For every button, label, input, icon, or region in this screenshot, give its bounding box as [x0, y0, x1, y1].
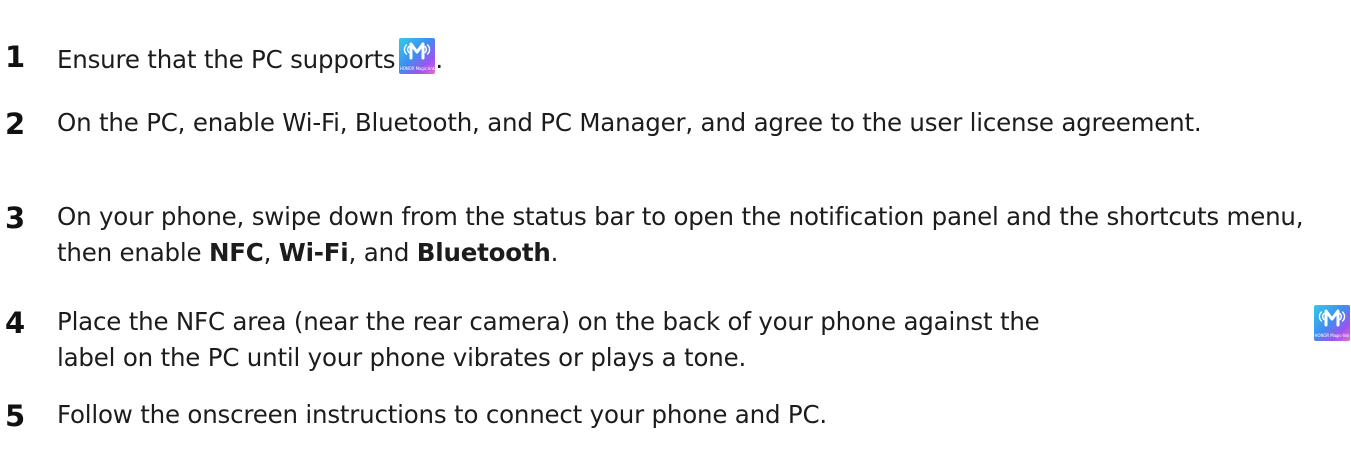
- step-text-line: label on the PC until your phone vibrate…: [57, 343, 747, 372]
- step-text: Place the NFC area (near the rear camera…: [57, 304, 1341, 376]
- logo-caption: HONOR Magic-link: [399, 66, 435, 71]
- step-4: 4 Place the NFC area (near the rear came…: [0, 304, 1350, 376]
- step-text: On the PC, enable Wi-Fi, Bluetooth, and …: [57, 108, 1202, 137]
- honor-magic-link-icon: HONOR Magic-link: [1314, 305, 1350, 341]
- step-text-part: Ensure that the PC supports: [57, 45, 396, 74]
- step-2: 2 On the PC, enable Wi-Fi, Bluetooth, an…: [0, 105, 1341, 141]
- honor-magic-link-icon: HONOR Magic-link: [399, 38, 436, 74]
- step-text-part: , and: [348, 238, 417, 267]
- step-number: 4: [5, 306, 26, 340]
- step-number: 3: [5, 201, 26, 235]
- nfc-label: NFC: [208, 238, 264, 267]
- step-3: 3 On your phone, swipe down from the sta…: [0, 199, 1341, 271]
- step-text-part: .: [435, 45, 443, 74]
- logo-caption: HONOR Magic-link: [1314, 333, 1350, 338]
- step-1: 1 Ensure that the PC supports HONOR Magic…: [0, 38, 1341, 78]
- step-number: 2: [5, 107, 26, 141]
- step-5: 5 Follow the onscreen instructions to co…: [0, 397, 1341, 433]
- wifi-label: Wi-Fi: [278, 238, 349, 267]
- step-text-line: Place the NFC area (near the rear camera…: [57, 307, 1040, 336]
- step-text-part: .: [550, 238, 559, 267]
- step-text-part: ,: [263, 238, 279, 267]
- step-text: Follow the onscreen instructions to conn…: [57, 400, 827, 429]
- step-number: 1: [5, 40, 26, 74]
- step-text: On your phone, swipe down from the statu…: [57, 199, 1341, 271]
- instruction-steps: 1 Ensure that the PC supports HONOR Magic…: [0, 0, 1351, 453]
- step-text: Ensure that the PC supports HONOR Magic-l…: [57, 38, 1341, 78]
- bluetooth-label: Bluetooth: [416, 238, 551, 267]
- step-number: 5: [5, 399, 26, 433]
